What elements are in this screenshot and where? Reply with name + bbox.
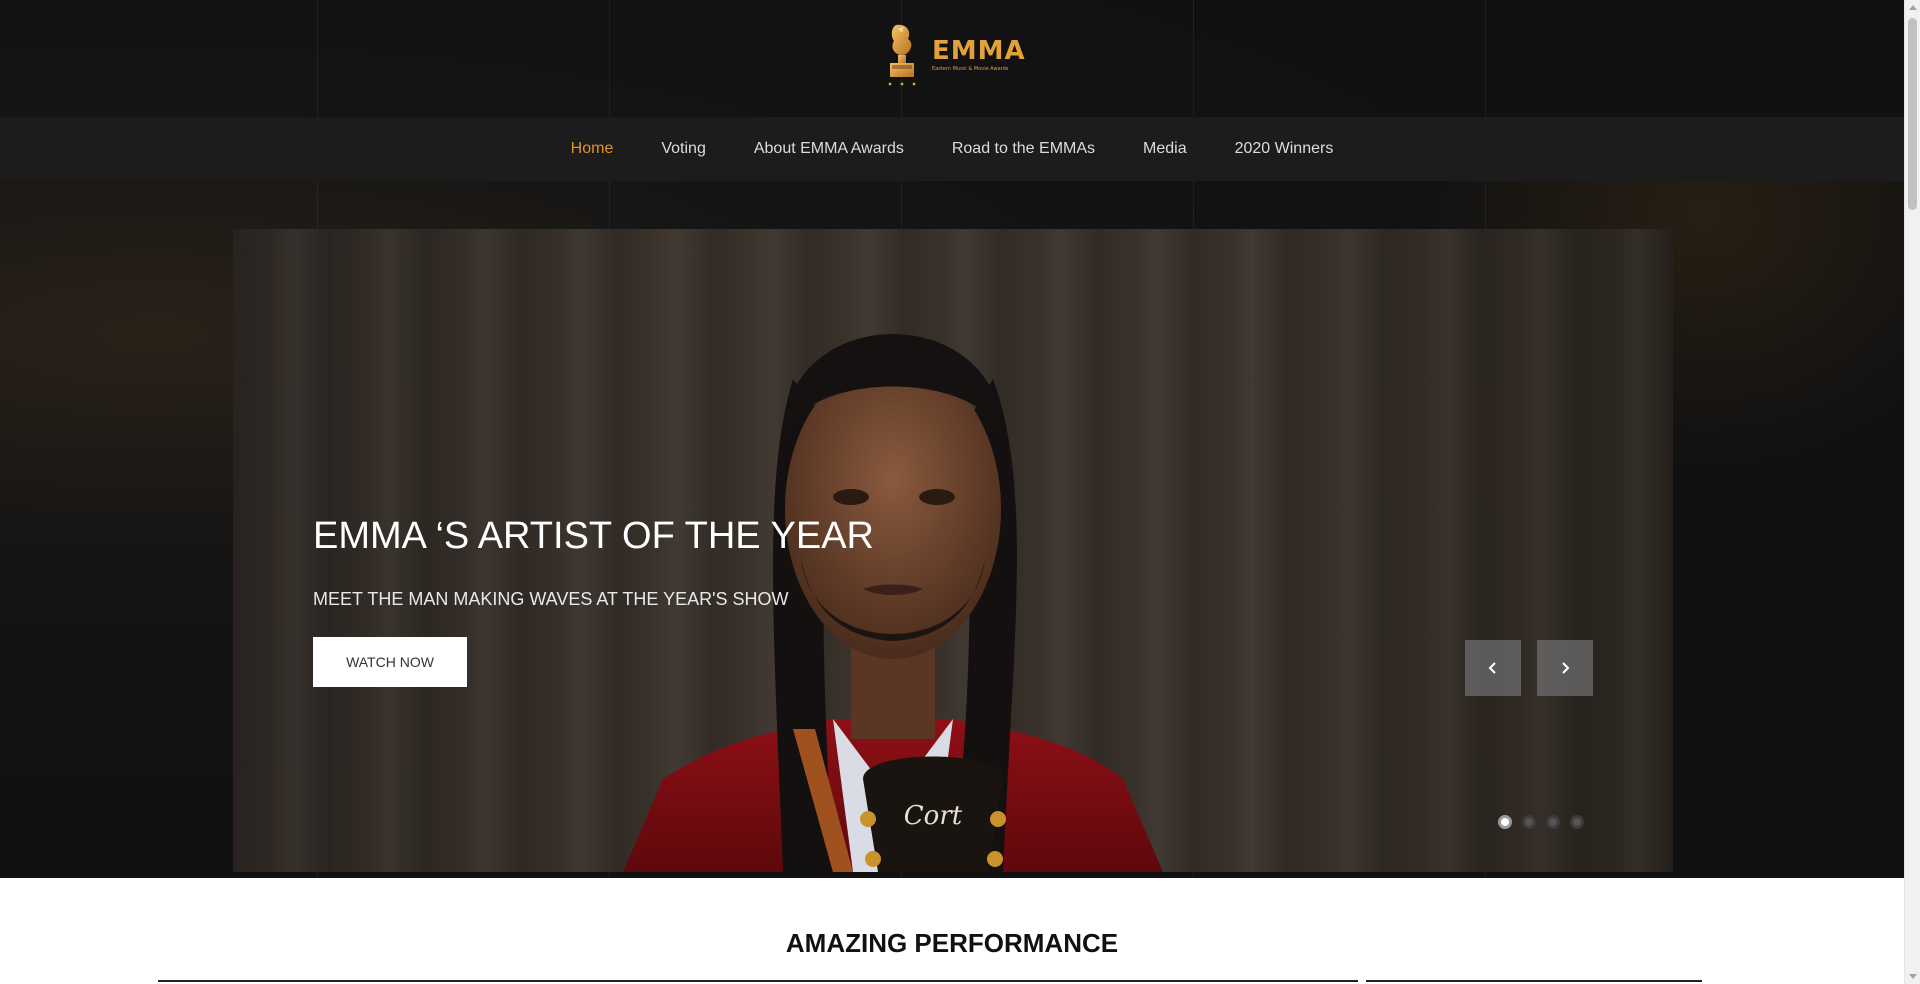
nav-item-2020-winners[interactable]: 2020 Winners	[1235, 140, 1334, 158]
page-scrollbar[interactable]	[1904, 0, 1920, 984]
chevron-left-icon	[1488, 662, 1496, 674]
slider-dot-2[interactable]	[1522, 815, 1536, 829]
guitar-brand-text: Cort	[904, 801, 963, 831]
trophy-logo-icon	[888, 24, 916, 86]
section-card-edge	[158, 980, 1358, 982]
section-title: AMAZING PERFORMANCE	[785, 928, 1119, 958]
slider-dot-1[interactable]	[1498, 815, 1512, 829]
slide-title: EMMA ‘S ARTIST OF THE YEAR	[313, 515, 875, 557]
slider-pagination	[1498, 815, 1584, 829]
artist-portrait-image: Cort	[623, 334, 1163, 872]
nav-item-voting[interactable]: Voting	[661, 140, 705, 158]
site-logo[interactable]: EMMA Eastern Music & Movie Awards	[880, 20, 1030, 88]
slide-subtitle: MEET THE MAN MAKING WAVES AT THE YEAR'S …	[313, 589, 789, 609]
slider-dot-3[interactable]	[1546, 815, 1560, 829]
logo-tagline: Eastern Music & Movie Awards	[932, 66, 1009, 72]
scroll-up-icon[interactable]	[1909, 5, 1917, 10]
logo-title: EMMA	[932, 36, 1026, 66]
nav-item-road-to-emmas[interactable]: Road to the EMMAs	[952, 140, 1095, 158]
scrollbar-thumb[interactable]	[1908, 18, 1917, 210]
nav-item-media[interactable]: Media	[1143, 140, 1187, 158]
chevron-right-icon	[1562, 662, 1570, 674]
scroll-down-icon[interactable]	[1909, 974, 1917, 979]
section-card-edge	[1366, 980, 1702, 982]
nav-item-about[interactable]: About EMMA Awards	[754, 140, 904, 158]
main-navigation: Home Voting About EMMA Awards Road to th…	[0, 117, 1904, 181]
slider-dot-4[interactable]	[1570, 815, 1584, 829]
watch-now-button[interactable]: WATCH NOW	[313, 637, 467, 687]
slider-next-button[interactable]	[1537, 640, 1593, 696]
nav-item-home[interactable]: Home	[571, 140, 614, 158]
hero-slider[interactable]: Cort EMMA ‘S ARTIST OF THE YEAR MEET THE…	[233, 229, 1673, 872]
slider-prev-button[interactable]	[1465, 640, 1521, 696]
